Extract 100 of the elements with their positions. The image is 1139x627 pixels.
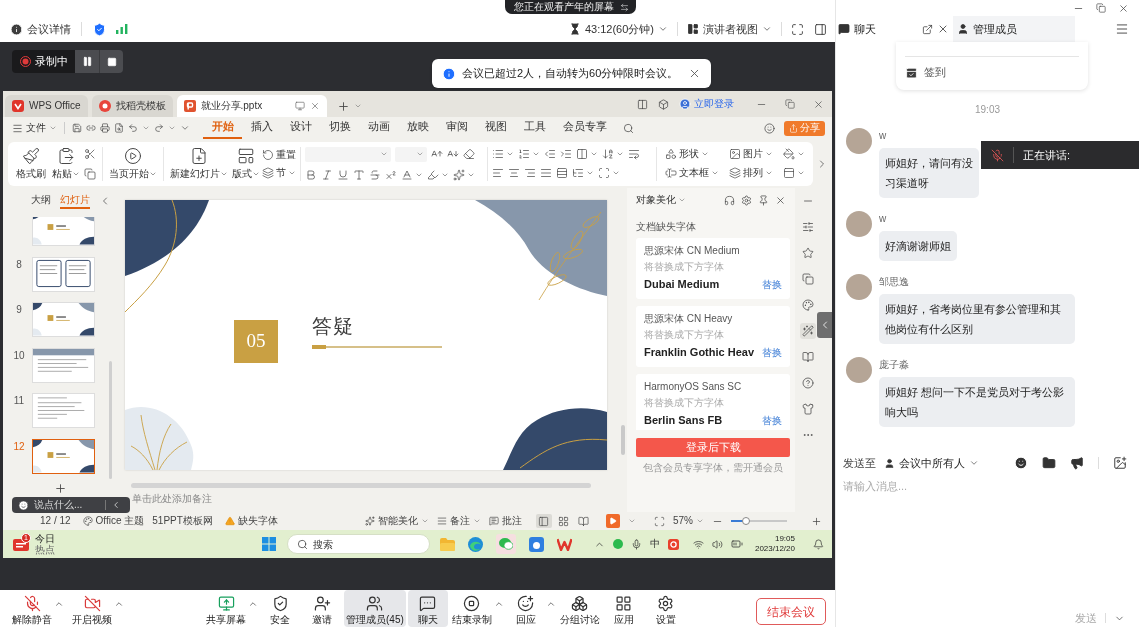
template-source-link[interactable]: 51PPT模板网 — [152, 515, 213, 527]
close-icon[interactable] — [937, 23, 949, 35]
zoom-slider-thumb[interactable] — [742, 517, 751, 525]
search-icon[interactable] — [623, 122, 634, 134]
slide-thumbnail[interactable] — [32, 438, 95, 474]
floating-chat-bar[interactable]: 说点什么... — [12, 497, 130, 513]
link-icon[interactable] — [86, 123, 96, 133]
indent-icon[interactable] — [560, 148, 572, 160]
bold-icon[interactable] — [305, 168, 317, 181]
browser-icon[interactable] — [468, 536, 483, 552]
indented-list-button[interactable] — [572, 167, 594, 179]
align-right-icon[interactable] — [524, 167, 536, 179]
pop-out-icon[interactable] — [922, 23, 933, 35]
close-icon[interactable] — [775, 194, 786, 206]
invite-button[interactable]: 邀请 — [302, 590, 342, 627]
fit-window-icon[interactable] — [654, 515, 665, 527]
pause-button[interactable] — [75, 50, 99, 73]
columns-button[interactable] — [576, 148, 598, 160]
shield-icon[interactable] — [92, 21, 107, 37]
panel-tab[interactable]: 大纲 — [31, 192, 51, 209]
ribbon-tab[interactable]: 切换 — [320, 117, 359, 139]
shapes-button[interactable]: 形状 — [665, 148, 719, 160]
play-from-current-button[interactable]: 当页开始 — [107, 147, 159, 180]
new-tab-icon[interactable] — [336, 99, 350, 113]
restore-icon[interactable] — [785, 99, 795, 109]
print-preview-icon[interactable] — [114, 123, 124, 133]
breakout-rooms-button[interactable]: 分组讨论 — [557, 590, 602, 627]
meeting-details-button[interactable]: 会议详情 — [10, 20, 71, 38]
layout-button[interactable]: 版式 — [230, 147, 262, 180]
caret-icon[interactable] — [114, 599, 124, 609]
caret-icon[interactable] — [54, 599, 64, 609]
notes-button[interactable]: 备注 — [437, 515, 481, 527]
magic-wand-icon[interactable] — [800, 323, 816, 339]
replace-link[interactable]: 替换 — [762, 414, 782, 427]
settings-button[interactable]: 设置 — [645, 590, 686, 627]
menu-icon[interactable] — [1115, 22, 1129, 36]
picture-button[interactable]: 图片 — [729, 148, 773, 160]
frame-button[interactable] — [598, 167, 620, 179]
text-box-button[interactable]: 文本框 — [665, 167, 719, 179]
sort-button[interactable] — [602, 148, 624, 160]
notification-bell-icon[interactable] — [813, 538, 824, 550]
cut-icon[interactable] — [84, 147, 96, 160]
outdent-icon[interactable] — [544, 148, 556, 160]
chat-button[interactable]: 聊天 — [407, 590, 448, 627]
copy-icon[interactable] — [84, 167, 96, 180]
scrollbar-thumb[interactable] — [109, 361, 112, 479]
document-tab[interactable]: 找稻壳模板 — [91, 95, 173, 117]
share-screen-button[interactable]: 共享屏幕 — [204, 590, 248, 627]
panel-icon[interactable] — [637, 98, 648, 110]
settings-icon[interactable] — [741, 194, 752, 206]
close-icon[interactable] — [813, 98, 824, 110]
underline-icon[interactable] — [337, 168, 349, 181]
pane-title-dropdown[interactable]: 对象美化 — [636, 194, 686, 206]
paste-button[interactable]: 粘贴 — [50, 147, 82, 180]
italic-icon[interactable] — [321, 168, 333, 181]
apps-button[interactable]: 应用 — [603, 590, 644, 627]
stop-recording-button[interactable]: 结束录制 — [449, 590, 494, 627]
align-center-icon[interactable] — [508, 167, 520, 179]
feedback-icon[interactable] — [764, 122, 775, 134]
missing-fonts-button[interactable]: 缺失字体 — [224, 515, 278, 527]
text-outline-icon[interactable] — [353, 168, 365, 181]
help-icon[interactable] — [800, 375, 816, 391]
app-icon[interactable] — [529, 536, 544, 552]
reset-button[interactable]: 重置 — [262, 148, 296, 161]
stop-button[interactable] — [99, 50, 123, 73]
restore-icon[interactable] — [1096, 3, 1106, 13]
shirt-icon[interactable] — [800, 401, 816, 417]
book-icon[interactable] — [800, 349, 816, 365]
scrollbar-thumb[interactable] — [621, 425, 625, 455]
pin-icon[interactable] — [758, 194, 769, 206]
increase-font-icon[interactable] — [431, 148, 443, 160]
ribbon-tab[interactable]: 插入 — [242, 117, 281, 139]
add-slide-icon[interactable] — [54, 481, 67, 495]
sidebar-icon[interactable] — [814, 22, 827, 36]
caret-icon[interactable] — [248, 599, 258, 609]
distribute-icon[interactable] — [556, 167, 568, 179]
more-icon[interactable] — [180, 123, 190, 133]
unmute-button[interactable]: 解除静音 — [10, 590, 54, 627]
clear-format-icon[interactable] — [463, 148, 475, 160]
copy-icon[interactable] — [800, 271, 816, 287]
headset-icon[interactable] — [724, 194, 735, 206]
caret-icon[interactable] — [545, 599, 556, 609]
smiley-icon[interactable] — [18, 499, 29, 511]
star-icon[interactable] — [800, 245, 816, 261]
news-icon[interactable] — [12, 536, 30, 552]
start-video-button[interactable]: 开启视频 — [70, 590, 114, 627]
ribbon-tab[interactable]: 放映 — [398, 117, 437, 139]
strikethrough-icon[interactable] — [369, 168, 381, 181]
wrap-text-icon[interactable] — [628, 148, 640, 160]
play-icon[interactable] — [606, 514, 620, 528]
add-image-icon[interactable] — [1113, 456, 1127, 470]
scrollbar-thumb[interactable] — [131, 483, 591, 488]
numbering-button[interactable] — [518, 148, 540, 160]
document-tab[interactable]: WPS Office — [5, 95, 88, 117]
fill-button[interactable] — [783, 148, 805, 160]
login-button[interactable]: 立即登录 — [679, 98, 734, 110]
start-menu-icon[interactable] — [262, 537, 276, 551]
members-tab[interactable]: 管理成员 — [953, 16, 1075, 42]
ribbon-tab[interactable]: 设计 — [281, 117, 320, 139]
search-field[interactable]: 搜索 — [313, 537, 421, 551]
